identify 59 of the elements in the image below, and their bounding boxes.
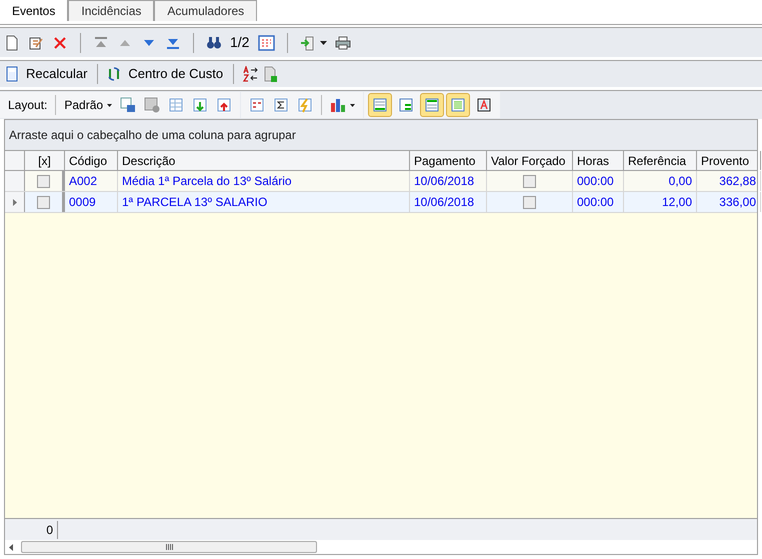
checkbox[interactable] — [37, 196, 50, 208]
cost-center-button[interactable]: Centro de Custo — [126, 64, 226, 84]
save-layout-icon[interactable] — [120, 97, 136, 113]
binoculars-icon[interactable] — [206, 34, 222, 50]
view-toggle-button[interactable] — [420, 93, 444, 117]
table-cell: A002 — [65, 171, 118, 191]
table-icon[interactable] — [168, 97, 184, 113]
page-indicator: 1/2 — [230, 33, 250, 52]
upload-icon[interactable] — [216, 97, 232, 113]
table-cell: 12,00 — [624, 192, 697, 212]
checkbox[interactable] — [37, 174, 50, 188]
checkbox[interactable] — [523, 174, 536, 188]
recalculate-button[interactable]: Recalcular — [24, 64, 90, 84]
column-header[interactable]: Horas — [573, 151, 624, 170]
table-cell: 0,00 — [624, 171, 697, 191]
row-indicator-icon — [12, 198, 16, 206]
caret-icon — [107, 104, 112, 106]
table-cell: 000:00 — [573, 171, 624, 191]
scroll-left-icon[interactable] — [9, 544, 13, 550]
column-header[interactable]: Provento — [697, 151, 761, 170]
table-cell: 000:00 — [573, 192, 624, 212]
table-cell: 1ª PARCELA 13º SALARIO — [118, 192, 410, 212]
layout-label: Layout: — [8, 97, 48, 114]
import-icon[interactable] — [192, 97, 208, 113]
checkbox[interactable] — [523, 196, 536, 208]
view-toggle-button[interactable] — [368, 93, 392, 117]
close-icon[interactable] — [52, 34, 68, 50]
document-check-icon[interactable] — [262, 66, 278, 82]
new-document-icon[interactable] — [4, 34, 20, 50]
dropdown-caret-icon[interactable] — [350, 104, 356, 106]
bar-chart-icon[interactable] — [330, 97, 346, 113]
table-cell: 0009 — [65, 192, 118, 212]
lightning-icon[interactable] — [297, 97, 314, 113]
scrollbar-thumb[interactable] — [21, 541, 317, 553]
tab[interactable]: Acumuladores — [154, 0, 258, 21]
table-cell: Média 1ª Parcela do 13º Salário — [118, 171, 410, 191]
table-cell: 336,00 — [697, 192, 761, 212]
group-by-hint: Arraste aqui o cabeçalho de uma coluna para agrupar — [9, 127, 296, 144]
sum-icon[interactable] — [273, 97, 290, 113]
record-count: 0 — [5, 520, 58, 538]
column-header[interactable]: Código — [65, 151, 118, 170]
column-header[interactable]: [x] — [25, 151, 65, 170]
layout-preset-dropdown[interactable]: Padrão — [64, 96, 112, 114]
calendar-icon[interactable] — [257, 34, 276, 50]
tab[interactable]: Incidências — [68, 0, 154, 21]
column-header[interactable]: Pagamento — [410, 151, 487, 170]
printer-icon[interactable] — [335, 34, 352, 50]
view-toggle-button[interactable] — [446, 93, 470, 117]
table-cell: 10/06/2018 — [410, 192, 487, 212]
delete-layout-icon[interactable] — [144, 97, 160, 113]
column-header[interactable]: Descrição — [118, 151, 410, 170]
sort-icon[interactable] — [242, 66, 258, 82]
dropdown-caret-icon[interactable] — [320, 40, 328, 44]
edit-icon[interactable] — [28, 34, 44, 50]
table-cell: 10/06/2018 — [410, 171, 487, 191]
columns-icon[interactable] — [249, 97, 266, 113]
column-header[interactable]: Referência — [624, 151, 697, 170]
table-cell: 362,88 — [697, 171, 761, 191]
column-header[interactable]: Valor Forçado — [487, 151, 573, 170]
